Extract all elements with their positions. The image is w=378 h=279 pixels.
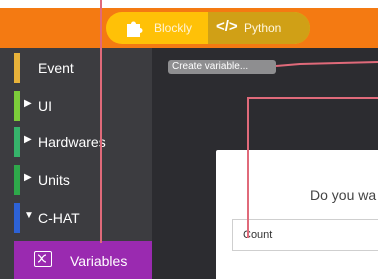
puzzle-piece-icon [127, 21, 143, 37]
create-variable-button[interactable]: Create variable... [168, 60, 276, 74]
dialog-prompt: Do you wa [310, 187, 377, 203]
new-variable-dialog [216, 150, 378, 279]
variable-name-input[interactable] [232, 219, 378, 251]
collapse-arrow-icon: ▼ [24, 210, 34, 221]
sidebar-item-label: C-HAT [38, 210, 80, 226]
sidebar-item-label: UI [38, 98, 52, 114]
blockly-tab-label: Blockly [154, 21, 193, 35]
python-tab[interactable]: </> Python [208, 12, 310, 44]
category-color-bar [14, 165, 20, 195]
sidebar-item-event[interactable]: Event [0, 50, 152, 86]
sidebar-item-c-hat[interactable]: ▼ C-HAT [0, 200, 152, 236]
blockly-tab[interactable]: Blockly [106, 12, 208, 44]
sidebar-item-label: Hardwares [38, 134, 106, 150]
sidebar-item-label: Event [38, 60, 74, 76]
variable-icon [34, 251, 52, 267]
sidebar-item-label: Variables [70, 253, 128, 269]
mode-toggle[interactable]: Blockly </> Python [106, 12, 310, 44]
sidebar-item-hardwares[interactable]: ▶ Hardwares [0, 124, 152, 160]
code-icon: </> [216, 18, 238, 35]
sidebar-item-ui[interactable]: ▶ UI [0, 88, 152, 124]
category-color-bar [14, 203, 20, 233]
expand-arrow-icon: ▶ [24, 98, 32, 109]
sidebar-item-variables[interactable]: Variables [14, 241, 152, 279]
category-color-bar [14, 91, 20, 121]
window-top-strip [0, 0, 378, 8]
category-color-bar [14, 53, 20, 83]
python-tab-label: Python [244, 21, 282, 35]
expand-arrow-icon: ▶ [24, 172, 32, 183]
expand-arrow-icon: ▶ [24, 134, 32, 145]
category-color-bar [14, 127, 20, 157]
sidebar-item-label: Units [38, 172, 70, 188]
sidebar-item-units[interactable]: ▶ Units [0, 162, 152, 198]
